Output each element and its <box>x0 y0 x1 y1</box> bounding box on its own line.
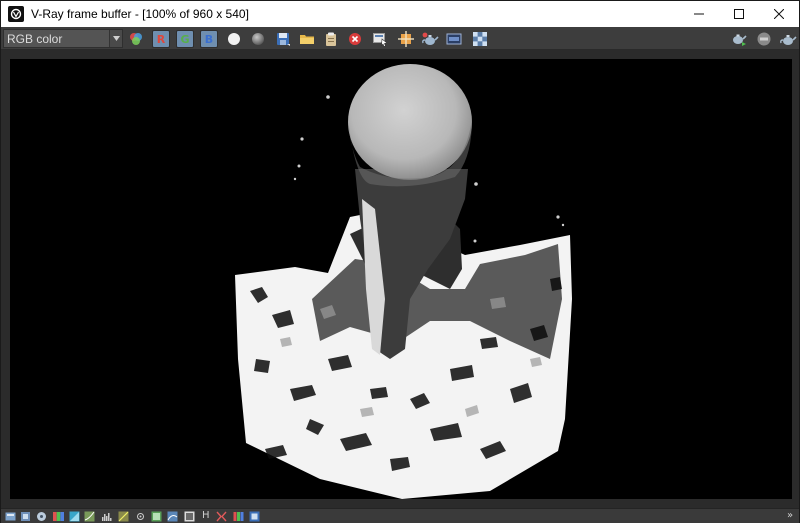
vray-app-icon <box>8 6 24 22</box>
histogram-icon[interactable] <box>101 511 112 522</box>
compare-icon[interactable] <box>249 511 260 522</box>
stop-render-icon[interactable] <box>755 30 773 48</box>
red-channel-button[interactable]: R <box>152 30 170 48</box>
green-channel-label: G <box>176 30 194 48</box>
green-channel-button[interactable]: G <box>176 30 194 48</box>
window-title: V-Ray frame buffer - [100% of 960 x 540] <box>31 7 249 21</box>
channel-dropdown[interactable]: RGB color <box>3 29 123 48</box>
clear-image-icon[interactable] <box>346 30 364 48</box>
close-icon <box>774 9 784 19</box>
close-button[interactable] <box>759 1 799 27</box>
open-image-icon[interactable] <box>298 30 316 48</box>
curves-icon[interactable] <box>84 511 95 522</box>
color-balance-icon[interactable] <box>53 511 64 522</box>
color-corrections-icon[interactable] <box>127 30 145 48</box>
maximize-button[interactable] <box>719 1 759 27</box>
exposure-icon[interactable] <box>69 511 80 522</box>
clipboard-icon[interactable] <box>322 30 340 48</box>
red-channel-label: R <box>152 30 170 48</box>
vray-frame-buffer-window: V-Ray frame buffer - [100% of 960 x 540]… <box>0 0 800 523</box>
rgb-curves-icon[interactable] <box>233 511 244 522</box>
stamp-icon[interactable] <box>445 30 463 48</box>
levels-icon[interactable] <box>118 511 129 522</box>
status-bar: H » <box>1 508 799 523</box>
title-bar[interactable]: V-Ray frame buffer - [100% of 960 x 540] <box>1 1 799 27</box>
blue-channel-label: B <box>200 30 218 48</box>
disk-icon[interactable] <box>36 511 47 522</box>
render-teapot-icon[interactable] <box>421 30 439 48</box>
filmic-icon[interactable] <box>216 511 227 522</box>
white-display-icon[interactable] <box>225 30 243 48</box>
expand-panel-icon[interactable]: » <box>787 509 793 523</box>
lens-effects-icon[interactable] <box>471 30 489 48</box>
layers-icon[interactable] <box>20 511 31 522</box>
render-viewport[interactable] <box>10 59 792 499</box>
history-icon[interactable] <box>5 511 16 522</box>
lens-flare-icon[interactable] <box>135 511 146 522</box>
save-image-icon[interactable] <box>274 30 292 48</box>
icc-icon[interactable] <box>184 511 195 522</box>
maximize-icon <box>734 9 744 19</box>
channel-value: RGB color <box>7 31 63 46</box>
window-controls <box>679 1 799 27</box>
region-render-icon[interactable] <box>397 30 415 48</box>
toolbar: RGB color R G B <box>1 27 799 50</box>
ocio-icon[interactable] <box>167 511 178 522</box>
gray-display-icon[interactable] <box>249 30 267 48</box>
follow-mouse-icon[interactable] <box>371 30 389 48</box>
chevron-down-icon <box>109 30 122 47</box>
render-last-icon[interactable] <box>779 30 797 48</box>
interactive-render-icon[interactable] <box>730 30 748 48</box>
minimize-button[interactable] <box>679 1 719 27</box>
hue-saturation-label[interactable]: H <box>202 509 210 523</box>
minimize-icon <box>694 13 704 15</box>
rendered-image <box>235 64 572 499</box>
lut-icon[interactable] <box>151 511 162 522</box>
blue-channel-button[interactable]: B <box>200 30 218 48</box>
